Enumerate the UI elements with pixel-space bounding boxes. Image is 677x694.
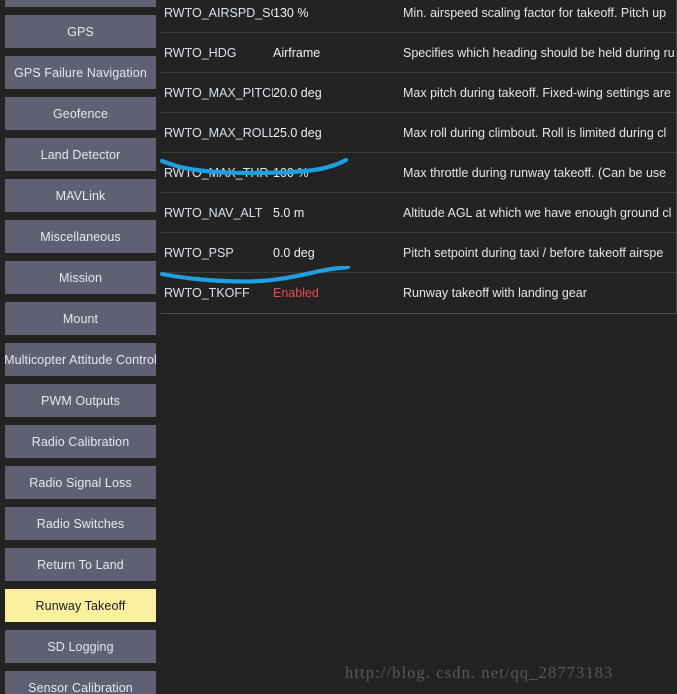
sidebar-item-label: Runway Takeoff xyxy=(35,598,126,613)
parameter-name: RWTO_HDG xyxy=(164,45,237,60)
parameter-editor-screen: GPS GPS Failure Navigation Geofence Land De… xyxy=(0,0,677,694)
sidebar-item-label: Mount xyxy=(62,311,99,326)
sidebar-item-label: Mission xyxy=(58,270,103,285)
sidebar-item-mission[interactable]: Mission xyxy=(5,261,156,294)
sidebar-item-label: PWM Outputs xyxy=(41,393,120,408)
sidebar-item-label: Geofence xyxy=(52,106,108,121)
sidebar-item-radio-calibration[interactable]: Radio Calibration xyxy=(5,425,156,458)
sidebar-item-label: Multicopter Attitude Control xyxy=(5,352,156,367)
parameter-name: RWTO_TKOFF xyxy=(164,286,250,300)
sidebar-item-label: Radio Signal Loss xyxy=(29,475,132,490)
sidebar-item-geofence[interactable]: Geofence xyxy=(5,97,156,130)
sidebar-item-return-to-land[interactable]: Return To Land xyxy=(5,548,156,581)
sidebar-item-label: Radio Switches xyxy=(36,516,125,531)
parameter-description: Altitude AGL at which we have enough gro… xyxy=(403,205,672,220)
sidebar-item-label: Radio Calibration xyxy=(31,434,130,449)
sidebar-item-label: GPS Failure Navigation xyxy=(14,65,147,80)
sidebar-item-mount[interactable]: Mount xyxy=(5,302,156,335)
parameter-name: RWTO_AIRSPD_SCL xyxy=(164,5,273,20)
parameter-value: 25.0 deg xyxy=(273,125,322,140)
sidebar-item-partial-0[interactable] xyxy=(5,0,156,7)
parameter-name: RWTO_PSP xyxy=(164,245,234,260)
parameter-group-sidebar[interactable]: GPS GPS Failure Navigation Geofence Land De… xyxy=(0,0,160,694)
parameter-row[interactable]: RWTO_TKOFF Enabled Runway takeoff with lan… xyxy=(161,273,676,313)
sidebar-item-label: MAVLink xyxy=(55,188,106,203)
sidebar-item-gps[interactable]: GPS xyxy=(5,15,156,48)
parameter-description: Pitch setpoint during taxi / before take… xyxy=(403,245,664,260)
sidebar-item-radio-signal-loss[interactable]: Radio Signal Loss xyxy=(5,466,156,499)
sidebar-item-runway-takeoff[interactable]: Runway Takeoff xyxy=(5,589,156,622)
parameter-value: 0.0 deg xyxy=(273,245,315,260)
parameter-description: Specifies which heading should be held d… xyxy=(403,45,675,60)
parameter-row[interactable]: RWTO_PSP 0.0 deg Pitch setpoint during tax… xyxy=(161,233,676,273)
parameter-row[interactable]: RWTO_MAX_ROLL 25.0 deg Max roll during cli… xyxy=(161,113,676,153)
sidebar-item-gps-failure-navigation[interactable]: GPS Failure Navigation xyxy=(5,56,156,89)
sidebar-item-label: GPS xyxy=(67,24,94,39)
sidebar-item-multicopter-attitude-control[interactable]: Multicopter Attitude Control xyxy=(5,343,156,376)
sidebar-item-land-detector[interactable]: Land Detector xyxy=(5,138,156,171)
sidebar-item-label: Return To Land xyxy=(37,557,124,572)
sidebar-item-sd-logging[interactable]: SD Logging xyxy=(5,630,156,663)
parameter-value: 100 % xyxy=(273,165,309,180)
watermark-text: http://blog. csdn. net/qq_28773183 xyxy=(345,663,614,682)
parameter-value: 5.0 m xyxy=(273,205,305,220)
parameter-row[interactable]: RWTO_NAV_ALT 5.0 m Altitude AGL at which w… xyxy=(161,193,676,233)
parameter-description: Max roll during climbout. Roll is limite… xyxy=(403,125,667,140)
parameter-table[interactable]: RWTO_AIRSPD_SCL130 % Min. airspeed scalin… xyxy=(161,0,677,314)
parameter-value: Airframe xyxy=(273,45,321,60)
parameter-row[interactable]: RWTO_MAX_THR 100 % Max throttle during run… xyxy=(161,153,676,193)
parameter-row[interactable]: RWTO_MAX_PITCH 20.0 deg Max pitch during t… xyxy=(161,73,676,113)
sidebar-item-label: Miscellaneous xyxy=(40,229,121,244)
parameter-value: Enabled xyxy=(273,286,319,300)
parameter-description: Max throttle during runway takeoff. (Can… xyxy=(403,165,667,180)
sidebar-item-sensor-calibration[interactable]: Sensor Calibration xyxy=(5,671,156,694)
parameter-description: Runway takeoff with landing gear xyxy=(403,286,587,300)
parameter-name: RWTO_MAX_PITCH xyxy=(164,85,273,100)
sidebar-item-label: Sensor Calibration xyxy=(28,680,133,694)
sidebar-item-pwm-outputs[interactable]: PWM Outputs xyxy=(5,384,156,417)
sidebar-item-label: SD Logging xyxy=(47,639,114,654)
sidebar-item-label: Land Detector xyxy=(40,147,121,162)
sidebar-item-miscellaneous[interactable]: Miscellaneous xyxy=(5,220,156,253)
parameter-name: RWTO_MAX_THR xyxy=(164,165,269,180)
parameter-value: 130 % xyxy=(273,5,309,20)
parameter-description: Min. airspeed scaling factor for takeoff… xyxy=(403,5,667,20)
parameter-name: RWTO_NAV_ALT xyxy=(164,205,263,220)
parameter-name: RWTO_MAX_ROLL xyxy=(164,125,273,140)
sidebar-item-mavlink[interactable]: MAVLink xyxy=(5,179,156,212)
parameter-row[interactable]: RWTO_HDG Airframe Specifies which heading … xyxy=(161,33,676,73)
sidebar-item-radio-switches[interactable]: Radio Switches xyxy=(5,507,156,540)
parameter-value: 20.0 deg xyxy=(273,85,322,100)
parameter-row[interactable]: RWTO_AIRSPD_SCL130 % Min. airspeed scalin… xyxy=(161,0,676,33)
parameter-description: Max pitch during takeoff. Fixed-wing set… xyxy=(403,85,671,100)
